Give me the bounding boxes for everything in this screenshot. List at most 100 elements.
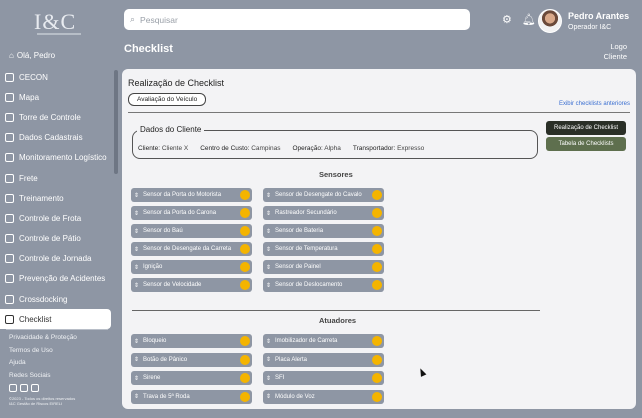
status-dot-icon[interactable]	[240, 354, 250, 365]
status-dot-icon[interactable]	[240, 190, 250, 200]
status-dot-icon[interactable]	[240, 336, 250, 346]
checklist-item-button[interactable]: ⇕ Sirene	[131, 371, 252, 385]
sidebar-item-monitoramento-logistico[interactable]: Monitoramento Logístico	[0, 148, 114, 168]
checklist-item-button[interactable]: ⇕ Sensor de Velocidade	[131, 278, 252, 292]
sidebar-item-label: Controle de Jornada	[19, 254, 92, 264]
sidebar-item-frete[interactable]: Frete	[0, 168, 114, 188]
user-name: Pedro Arantes	[568, 11, 630, 21]
realizacao-checklist-button[interactable]: Realização de Checklist	[546, 121, 626, 135]
previous-checklists-link[interactable]: Exibir checklists anteriores	[559, 101, 630, 107]
expand-arrows-icon: ⇕	[134, 338, 140, 345]
checklist-item-button[interactable]: ⇕ Imobilizador de Carreta	[263, 334, 384, 348]
status-dot-icon[interactable]	[372, 208, 382, 218]
sidebar-item-checklist[interactable]: Checklist	[0, 309, 111, 330]
checklist-item-button[interactable]: ⇕ Sensor da Porta do Carona	[131, 206, 252, 220]
status-dot-icon[interactable]	[372, 262, 382, 272]
checklist-item-button[interactable]: ⇕ Sensor de Deslocamento	[263, 278, 384, 292]
sidebar-item-prevencao-de-acidentes[interactable]: Prevenção de Acidentes	[0, 269, 114, 289]
checklist-item-label: SFI	[275, 375, 285, 381]
checklist-item-button[interactable]: ⇕ Botão de Pânico	[131, 352, 252, 367]
training-icon	[5, 193, 14, 203]
status-dot-icon[interactable]	[372, 190, 382, 200]
sidebar-item-label: Checklist	[19, 314, 52, 324]
checklist-panel: Realização de Checklist Avaliação do Veí…	[122, 69, 636, 409]
status-dot-icon[interactable]	[372, 226, 382, 236]
status-dot-icon[interactable]	[240, 391, 250, 402]
expand-arrows-icon: ⇕	[266, 192, 272, 199]
expand-arrows-icon: ⇕	[134, 228, 140, 235]
status-dot-icon[interactable]	[372, 336, 382, 346]
sidebar-item-controle-de-jornada[interactable]: Controle de Jornada	[0, 249, 114, 269]
status-dot-icon[interactable]	[372, 373, 382, 383]
checklist-item-button[interactable]: ⇕ SFI	[263, 371, 384, 385]
checklist-item-button[interactable]: ⇕ Sensor de Painel	[263, 260, 384, 274]
sidebar-item-treinamento[interactable]: Treinamento	[0, 188, 114, 208]
sidebar-item-label: Controle de Pátio	[19, 234, 81, 244]
help-link[interactable]: Ajuda	[9, 359, 77, 372]
sidebar-item-torre-de-controle[interactable]: Torre de Controle	[0, 107, 114, 127]
status-dot-icon[interactable]	[240, 373, 250, 383]
control-tower-icon	[5, 112, 14, 122]
accident-icon	[5, 274, 14, 284]
sidebar-item-label: Frete	[19, 173, 38, 183]
checklist-item-button[interactable]: ⇕ Rastreador Secundário	[263, 206, 384, 220]
status-dot-icon[interactable]	[240, 208, 250, 218]
sidebar-item-label: Dados Cadastrais	[19, 133, 83, 143]
status-dot-icon[interactable]	[240, 226, 250, 236]
expand-arrows-icon: ⇕	[134, 375, 140, 382]
checklist-item-button[interactable]: ⇕ Ignição	[131, 260, 252, 274]
clock-icon	[5, 254, 14, 264]
search-input[interactable]: Pesquisar	[140, 15, 178, 25]
checklist-item-button[interactable]: ⇕ Bloqueio	[131, 334, 252, 348]
sidebar-item-controle-de-frota[interactable]: Controle de Frota	[0, 208, 114, 228]
status-dot-icon[interactable]	[372, 280, 382, 290]
logo-underline	[37, 33, 81, 35]
sidebar-item-label: Torre de Controle	[19, 112, 81, 122]
checklist-item-button[interactable]: ⇕ Módulo de Voz	[263, 389, 384, 404]
status-dot-icon[interactable]	[372, 244, 382, 254]
sidebar-item-mapa[interactable]: Mapa	[0, 87, 114, 107]
terms-link[interactable]: Termos de Uso	[9, 347, 77, 360]
checklist-item-button[interactable]: ⇕ Placa Alerta	[263, 352, 384, 367]
sidebar-item-dados-cadastrais[interactable]: Dados Cadastrais	[0, 128, 114, 148]
sidebar-scrollbar[interactable]	[114, 70, 118, 174]
status-dot-icon[interactable]	[372, 354, 382, 365]
checklist-item-button[interactable]: ⇕ Sensor de Temperatura	[263, 242, 384, 256]
sidebar-item-cecon[interactable]: CECON	[0, 67, 114, 87]
facebook-icon[interactable]	[20, 384, 28, 392]
checklist-item-label: Bloqueio	[143, 338, 167, 344]
status-dot-icon[interactable]	[240, 262, 250, 272]
bell-icon[interactable]: 🔔︎	[522, 13, 536, 26]
client-logo-line: Logo	[610, 42, 627, 51]
checklist-item-button[interactable]: ⇕ Trava de 5ª Roda	[131, 389, 252, 404]
checklist-item-button[interactable]: ⇕ Sensor do Baú	[131, 224, 252, 238]
sidebar-item-crossdocking[interactable]: Crossdocking	[0, 289, 114, 309]
status-dot-icon[interactable]	[240, 280, 250, 290]
user-role: Operador I&C	[568, 24, 612, 31]
search-bar[interactable]: ⌕ Pesquisar	[124, 9, 470, 30]
status-dot-icon[interactable]	[372, 391, 382, 402]
field-value: Alpha	[324, 145, 341, 152]
greeting-text: Olá, Pedro	[16, 51, 56, 60]
expand-arrows-icon: ⇕	[266, 282, 272, 289]
client-field: Centro de Custo: Campinas	[200, 145, 280, 152]
yard-icon	[5, 234, 14, 244]
actuators-title: Atuadores	[319, 316, 357, 325]
client-fields: Cliente: Cliente X Centro de Custo: Camp…	[138, 145, 424, 152]
avatar[interactable]	[538, 9, 562, 33]
field-label: Cliente:	[138, 145, 161, 152]
gear-icon[interactable]: ⚙	[502, 13, 512, 26]
instagram-icon[interactable]	[9, 384, 17, 392]
registration-icon	[5, 133, 14, 143]
status-dot-icon[interactable]	[240, 244, 250, 254]
tab-avaliacao-veiculo[interactable]: Avaliação do Veículo	[128, 93, 207, 106]
social-label: Redes Sociais	[9, 371, 51, 379]
checklist-item-button[interactable]: ⇕ Sensor de Desengate do Cavalo	[263, 188, 384, 202]
privacy-link[interactable]: Privacidade & Proteção	[9, 334, 77, 347]
checklist-item-button[interactable]: ⇕ Sensor de Bateria	[263, 224, 384, 238]
checklist-item-button[interactable]: ⇕ Sensor da Porta do Motorista	[131, 188, 252, 202]
checklist-item-button[interactable]: ⇕ Sensor de Desengate da Carreta	[131, 242, 252, 256]
sidebar-item-controle-de-patio[interactable]: Controle de Pátio	[0, 229, 114, 249]
tabela-checklists-button[interactable]: Tabela de Checklists	[546, 137, 626, 151]
linkedin-icon[interactable]	[31, 384, 39, 392]
